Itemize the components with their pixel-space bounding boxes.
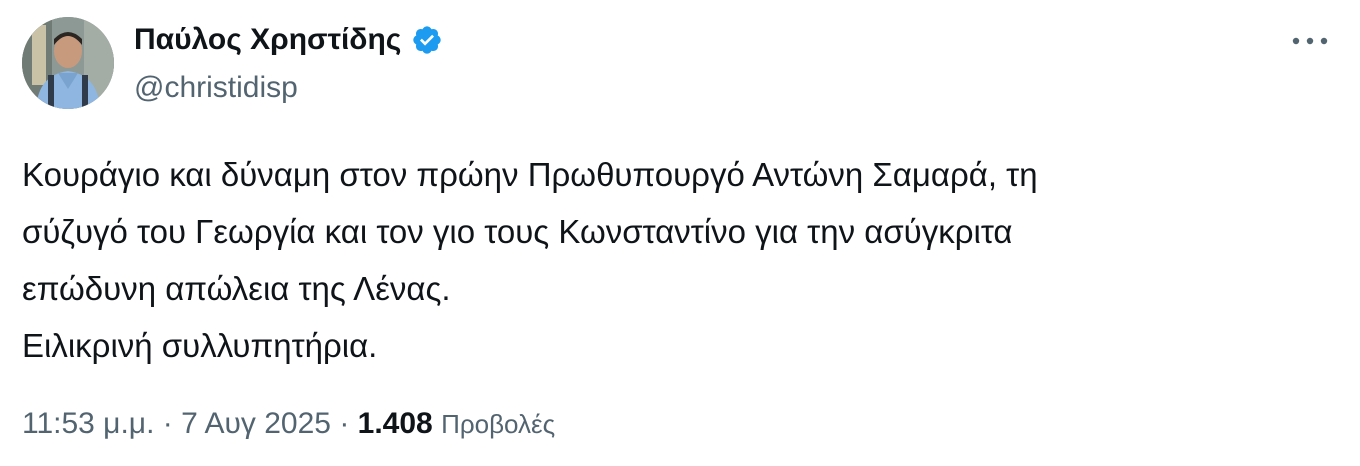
tweet-text: Κουράγιο και δύναμη στον πρώην Πρωθυπουρ… bbox=[22, 146, 1332, 374]
views-label[interactable]: Προβολές bbox=[441, 409, 555, 439]
views-count[interactable]: 1.408 bbox=[358, 407, 433, 440]
verified-badge-icon[interactable] bbox=[411, 24, 443, 56]
tweet-card: Παύλος Χρηστίδης @christidisp Κουράγιο κ… bbox=[0, 0, 1360, 466]
tweet-date[interactable]: 7 Αυγ 2025 bbox=[181, 407, 331, 440]
meta-separator: · bbox=[339, 407, 350, 440]
profile-photo-icon bbox=[22, 17, 114, 109]
tweet-time[interactable]: 11:53 μ.μ. bbox=[22, 407, 154, 440]
tweet-meta: 11:53 μ.μ. · 7 Αυγ 2025 · 1.408 Προβολές bbox=[22, 404, 555, 444]
author-name[interactable]: Παύλος Χρηστίδης bbox=[134, 20, 401, 60]
tweet-text-line: επώδυνη απώλεια της Λένας. bbox=[22, 270, 451, 307]
author-handle[interactable]: @christidisp bbox=[134, 68, 298, 108]
author-name-row[interactable]: Παύλος Χρηστίδης bbox=[134, 20, 443, 60]
more-horizontal-icon bbox=[1292, 37, 1328, 45]
meta-separator: · bbox=[162, 407, 173, 440]
more-options-button[interactable] bbox=[1286, 24, 1334, 58]
avatar[interactable] bbox=[22, 17, 114, 109]
tweet-text-line: σύζυγό του Γεωργία και τον γιο τους Κωνσ… bbox=[22, 213, 1013, 250]
tweet-text-line: Κουράγιο και δύναμη στον πρώην Πρωθυπουρ… bbox=[22, 156, 1038, 193]
tweet-text-line: Ειλικρινή συλλυπητήρια. bbox=[22, 327, 378, 364]
